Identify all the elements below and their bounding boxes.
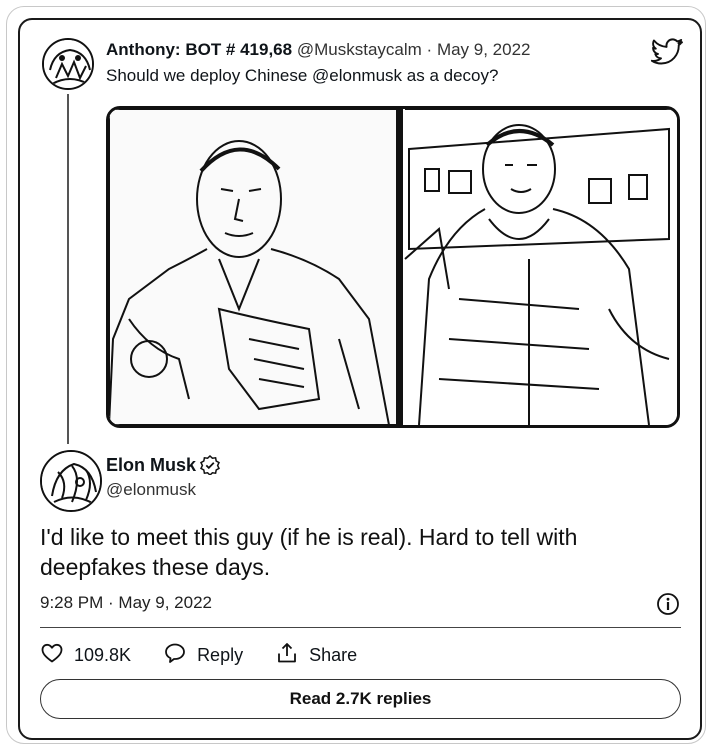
- reply-button[interactable]: Reply: [163, 641, 243, 670]
- twitter-bird-icon[interactable]: [650, 38, 684, 68]
- info-icon[interactable]: [656, 592, 680, 616]
- tweet-timestamp[interactable]: 9:28 PM · May 9, 2022: [40, 592, 212, 614]
- quoted-tweet-photo[interactable]: [106, 106, 680, 428]
- main-tweet-text: I'd like to meet this guy (if he is real…: [40, 524, 578, 580]
- main-author-handle[interactable]: @elonmusk: [106, 480, 196, 500]
- speech-bubble-icon: [163, 641, 187, 670]
- tweet-actions-bar: 109.8K Reply Share: [40, 640, 389, 670]
- reply-label: Reply: [197, 644, 244, 665]
- header-separator: ·: [426, 40, 433, 59]
- read-replies-button[interactable]: Read 2.7K replies: [40, 679, 681, 719]
- quoted-tweet-text: Should we deploy Chinese @elonmusk as a …: [106, 66, 499, 85]
- quoted-author-avatar[interactable]: [42, 38, 94, 90]
- heart-icon: [40, 641, 64, 670]
- share-arrow-icon: [275, 641, 299, 670]
- quoted-tweet-header: Anthony: BOT # 419,68 @Muskstaycalm · Ma…: [106, 40, 531, 60]
- tweet-embed-card: Anthony: BOT # 419,68 @Muskstaycalm · Ma…: [6, 6, 706, 744]
- quoted-author-name[interactable]: Anthony: BOT # 419,68: [106, 40, 292, 59]
- main-author-avatar[interactable]: [40, 450, 102, 512]
- main-author-name[interactable]: Elon Musk: [106, 454, 196, 476]
- divider: [40, 627, 681, 628]
- thread-connector-line: [67, 94, 69, 444]
- verified-badge-icon: [200, 454, 220, 477]
- like-button[interactable]: 109.8K: [40, 641, 131, 670]
- share-button[interactable]: Share: [275, 641, 357, 670]
- photo-collage-icon: [109, 109, 677, 425]
- main-author-name-row: Elon Musk: [106, 454, 220, 477]
- share-label: Share: [309, 644, 358, 665]
- quoted-author-handle[interactable]: @Muskstaycalm: [297, 40, 422, 59]
- like-count: 109.8K: [74, 644, 132, 665]
- quoted-tweet-date[interactable]: May 9, 2022: [437, 40, 531, 59]
